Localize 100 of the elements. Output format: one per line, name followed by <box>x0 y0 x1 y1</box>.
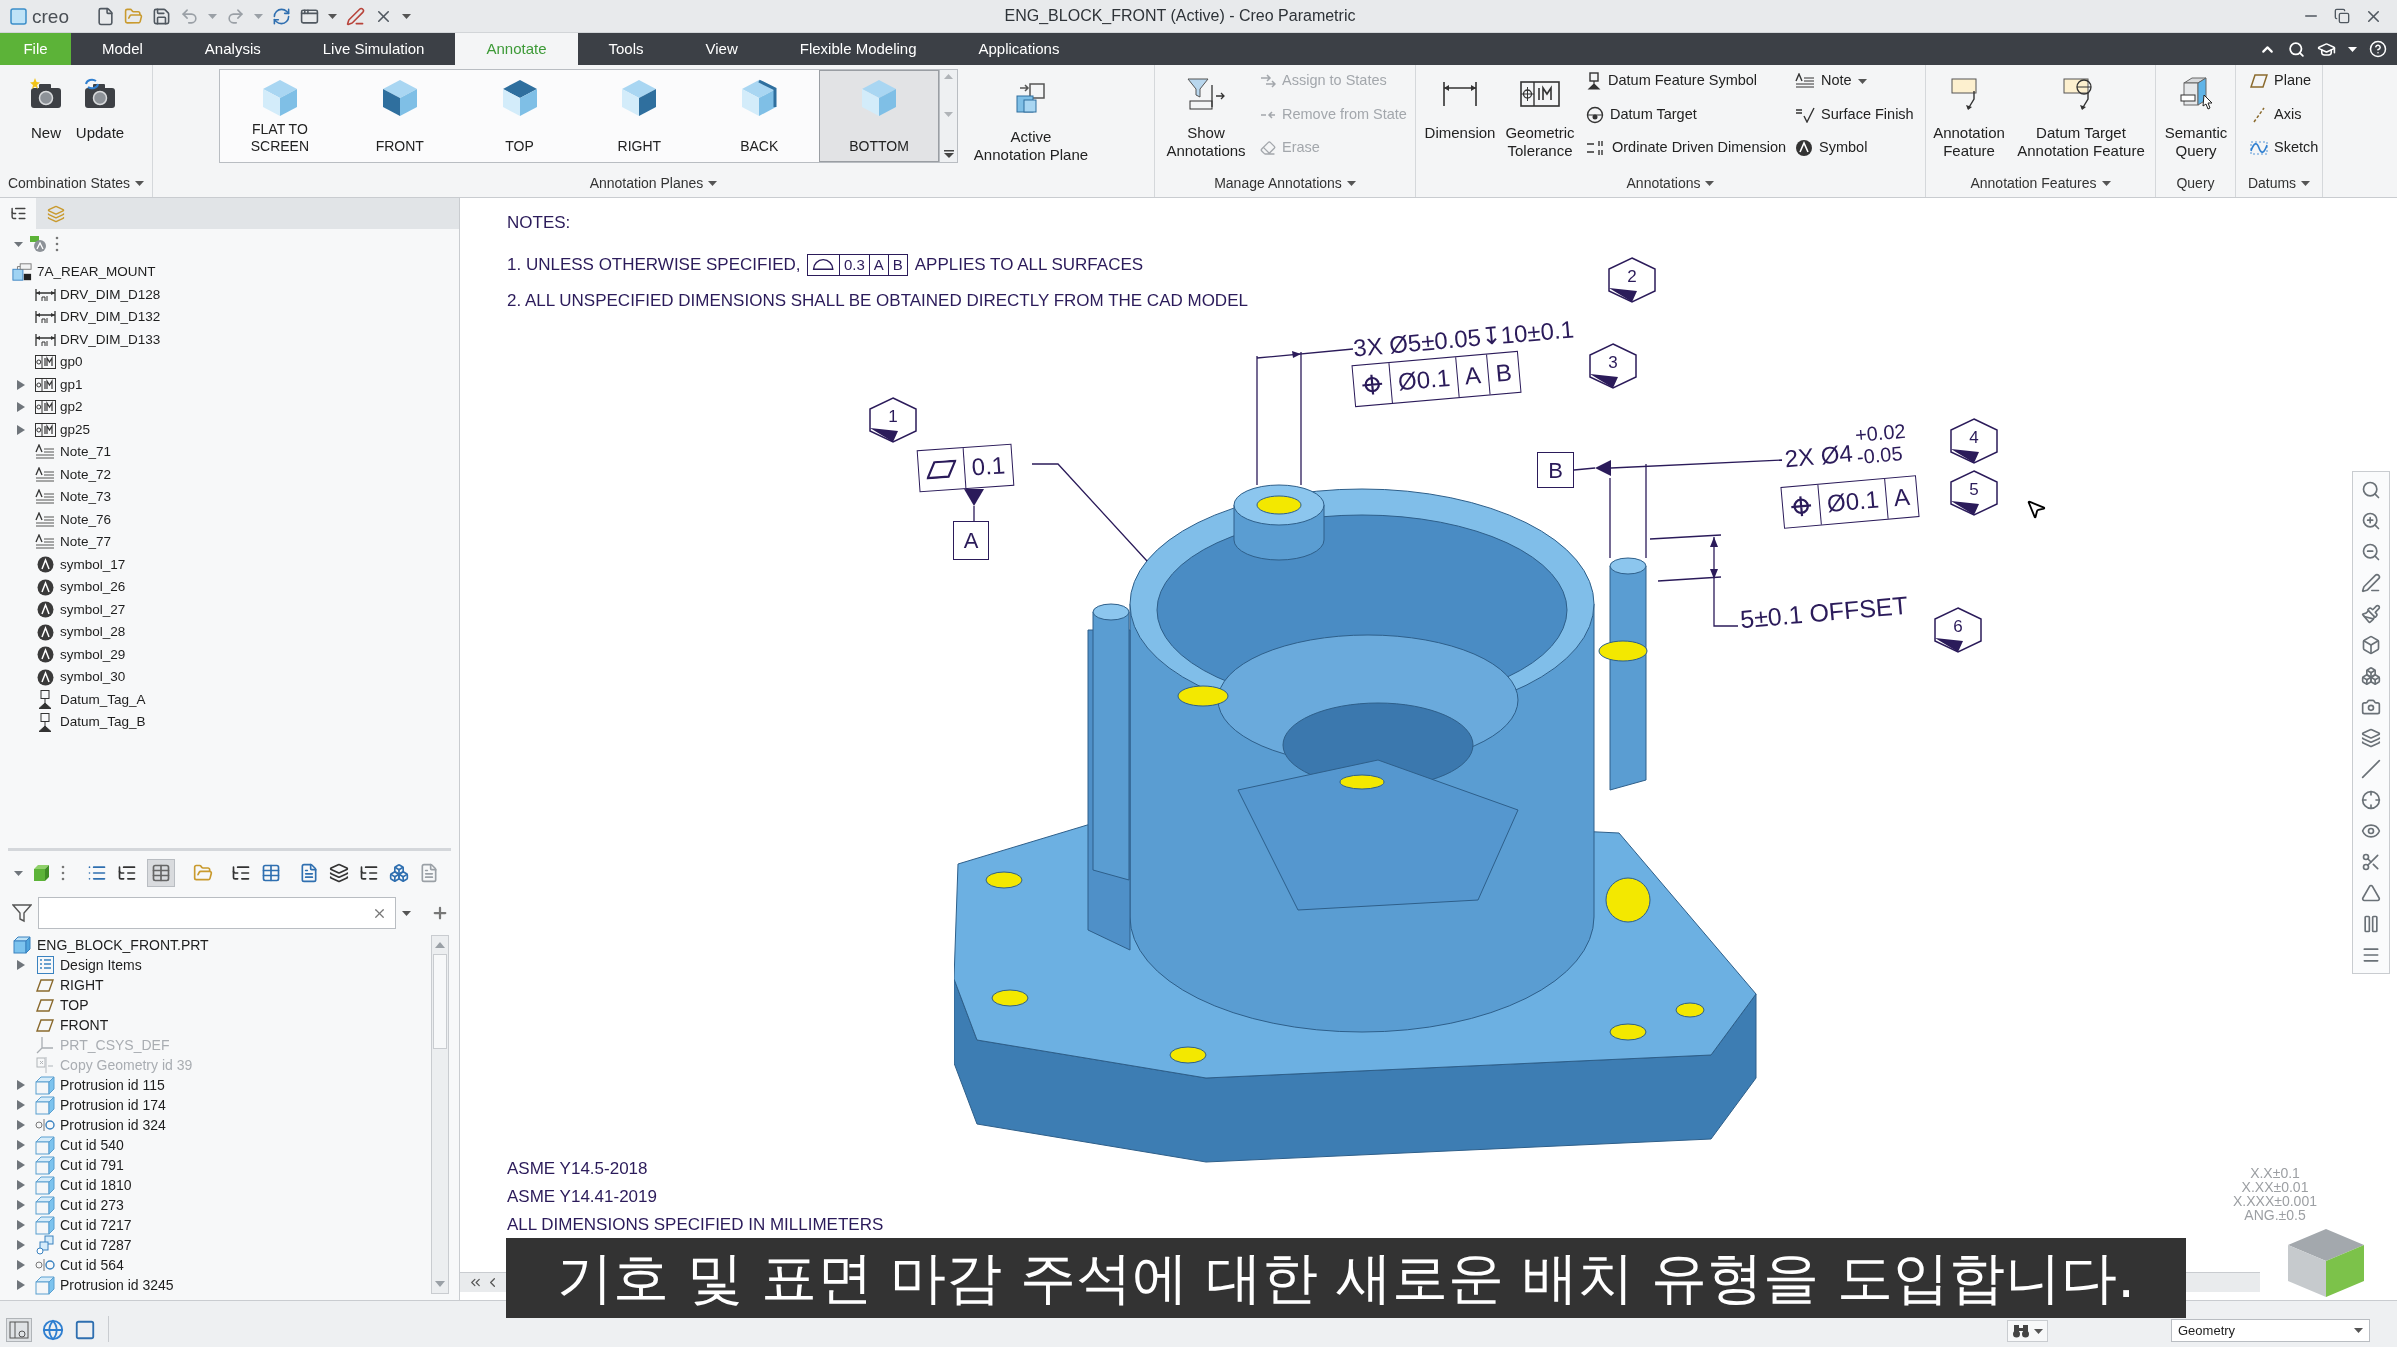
expand-arrow-icon[interactable] <box>16 1119 26 1131</box>
plane-option[interactable]: BOTTOM <box>819 70 939 162</box>
help-icon[interactable] <box>2369 40 2387 58</box>
ribbon-small-button[interactable]: Datum Target <box>1586 102 1795 127</box>
tree-item[interactable]: Cut id 7287 <box>0 1235 431 1255</box>
tree-item[interactable]: Note_72 <box>0 463 459 486</box>
tree-item[interactable]: gp25 <box>0 418 459 441</box>
tree-item[interactable]: symbol_30 <box>0 666 459 689</box>
tree-item[interactable]: Cut id 7217 <box>0 1215 431 1235</box>
expand-arrow-icon[interactable] <box>16 1159 26 1171</box>
expand-arrow-icon[interactable] <box>16 1279 26 1291</box>
document-icon[interactable] <box>419 863 439 883</box>
zoom-out-icon[interactable] <box>2361 542 2381 562</box>
document-icon[interactable] <box>299 863 319 883</box>
panel-eye-icon[interactable] <box>6 1318 32 1342</box>
globe-icon[interactable] <box>42 1319 64 1341</box>
tree-item[interactable]: 7A_REAR_MOUNT <box>0 261 459 284</box>
ribbon-group-label[interactable]: Combination States <box>7 172 145 194</box>
more-options-icon[interactable] <box>61 865 65 881</box>
menu-tab[interactable]: Analysis <box>173 33 292 65</box>
folder-icon[interactable] <box>193 863 213 883</box>
layers-icon[interactable] <box>329 863 349 883</box>
search-field[interactable] <box>38 897 396 929</box>
ribbon-button[interactable]: New <box>19 65 73 165</box>
tree-item[interactable]: symbol_17 <box>0 553 459 576</box>
ribbon-button[interactable]: Geometric Tolerance <box>1500 65 1580 165</box>
shaded-cube-icon[interactable] <box>33 864 51 882</box>
ribbon-small-button[interactable]: Ordinate Driven Dimension <box>1586 136 1795 160</box>
tree-item[interactable]: Cut id 1810 <box>0 1175 431 1195</box>
ribbon-group-label[interactable]: Manage Annotations <box>1214 172 1356 194</box>
tree-list-icon[interactable] <box>359 863 379 883</box>
expand-arrow-icon[interactable] <box>16 1219 26 1231</box>
scrollbar-thumb[interactable] <box>433 954 447 1049</box>
add-icon[interactable] <box>431 904 449 922</box>
tree-item[interactable]: DRV_DIM_D128 <box>0 283 459 306</box>
expand-arrow-icon[interactable] <box>16 1099 26 1111</box>
slash-icon[interactable] <box>2361 759 2381 779</box>
ribbon-group-label[interactable]: Annotations <box>1626 172 1715 194</box>
tree-item[interactable]: ENG_BLOCK_FRONT.PRT <box>0 935 431 955</box>
ribbon-group-label[interactable]: Annotation Planes <box>589 172 718 194</box>
lines-icon[interactable] <box>2361 945 2381 965</box>
tree-item[interactable]: Datum_Tag_A <box>0 688 459 711</box>
tree-item[interactable]: Cut id 540 <box>0 1135 431 1155</box>
tree-item[interactable]: symbol_28 <box>0 621 459 644</box>
cube-icon[interactable] <box>2361 635 2381 655</box>
crosshair-icon[interactable] <box>2361 790 2381 810</box>
table-icon[interactable] <box>147 859 175 887</box>
refresh-icon[interactable] <box>271 6 291 26</box>
ribbon-small-button[interactable]: Symbol <box>1795 136 1914 160</box>
restore-icon[interactable] <box>2334 8 2350 24</box>
tree-item[interactable]: RIGHT <box>0 975 431 995</box>
tree-item[interactable]: Cut id 273 <box>0 1195 431 1215</box>
tree-item[interactable]: gp2 <box>0 396 459 419</box>
tree-item[interactable]: Note_77 <box>0 531 459 554</box>
menu-tab[interactable]: Flexible Modeling <box>768 33 948 65</box>
more-icon[interactable] <box>943 150 954 158</box>
filter-icon[interactable] <box>12 903 32 923</box>
ribbon-small-button[interactable]: Surface Finish <box>1795 102 1914 127</box>
cubes-icon[interactable] <box>2361 666 2381 686</box>
ribbon-button[interactable]: Show Annotations <box>1160 65 1252 165</box>
more-options-icon[interactable] <box>55 236 59 252</box>
tree-item[interactable]: Note_76 <box>0 508 459 531</box>
display-state-icon[interactable] <box>29 235 49 253</box>
expand-arrow-icon[interactable] <box>16 959 26 971</box>
model-tree-tab[interactable] <box>0 198 36 229</box>
expand-arrow-icon[interactable] <box>16 1239 26 1251</box>
expand-arrow-icon[interactable] <box>16 378 26 391</box>
filter-button[interactable] <box>2007 1320 2048 1342</box>
tree-item[interactable]: Protrusion id 174 <box>0 1095 431 1115</box>
pause-icon[interactable] <box>2361 914 2381 934</box>
expand-arrow-icon[interactable] <box>16 401 26 414</box>
ribbon-button[interactable]: Datum Target Annotation Feature <box>2012 65 2150 165</box>
tree-item[interactable]: Datum_Tag_B <box>0 711 459 734</box>
ribbon-small-button[interactable]: Axis <box>2250 102 2322 127</box>
plane-option[interactable]: TOP <box>459 70 580 162</box>
tree-item[interactable]: TOP <box>0 995 431 1015</box>
expand-arrow-icon[interactable] <box>16 1259 26 1271</box>
windows-icon[interactable] <box>299 6 319 26</box>
expand-arrow-icon[interactable] <box>16 423 26 436</box>
tree-item[interactable]: symbol_27 <box>0 598 459 621</box>
pencil-icon[interactable] <box>2361 573 2381 593</box>
tree-list-icon[interactable] <box>117 863 137 883</box>
ribbon-button[interactable]: Semantic Query <box>2156 65 2236 165</box>
zoom-in-icon[interactable] <box>2361 511 2381 531</box>
ribbon-small-button[interactable]: Note <box>1795 69 1914 93</box>
ribbon-button[interactable]: Dimension <box>1420 65 1500 165</box>
ribbon-group-label[interactable]: Annotation Features <box>1970 172 2111 194</box>
tree-item[interactable]: gp1 <box>0 373 459 396</box>
magnifier-icon[interactable] <box>2361 480 2381 500</box>
scissors-icon[interactable] <box>2361 852 2381 872</box>
ribbon-small-button[interactable]: Datum Feature Symbol <box>1586 69 1795 93</box>
eye-icon[interactable] <box>2361 821 2381 841</box>
list-icon[interactable] <box>87 863 107 883</box>
tree-item[interactable]: symbol_29 <box>0 643 459 666</box>
expand-arrow-icon[interactable] <box>16 1079 26 1091</box>
view-cube-icon[interactable] <box>2286 1228 2366 1298</box>
menu-tab[interactable]: Applications <box>947 33 1091 65</box>
triangle-icon[interactable] <box>2361 883 2381 903</box>
plane-option[interactable]: FLAT TO SCREEN <box>220 70 340 162</box>
menu-tab[interactable]: View <box>674 33 769 65</box>
